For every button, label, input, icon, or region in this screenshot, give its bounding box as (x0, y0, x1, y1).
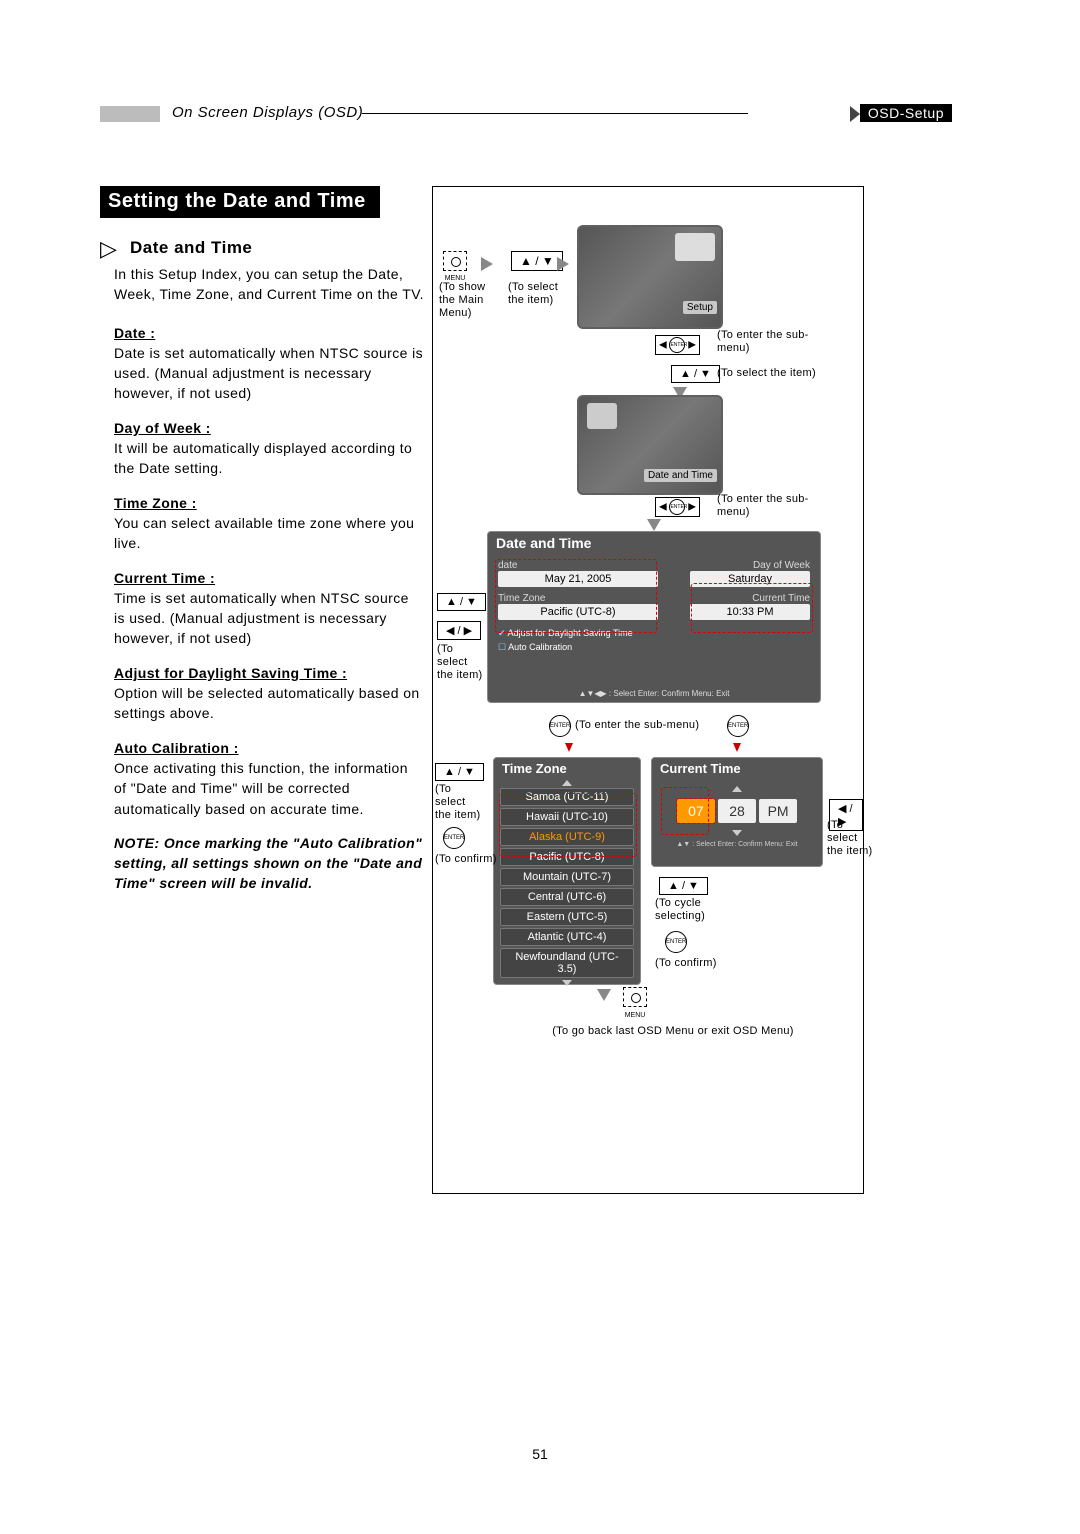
tz-item-1[interactable]: Hawaii (UTC-10) (500, 808, 634, 826)
leftright-enter-2: ◀ ENTER ▶ (655, 497, 700, 517)
osd-dst: Adjust for Daylight Saving Time (508, 628, 633, 638)
red-arrow-1-icon (565, 743, 573, 752)
tz-item-2[interactable]: Alaska (UTC-9) (500, 828, 634, 846)
tz-list-panel: Time Zone Samoa (UTC-11) Hawaii (UTC-10)… (493, 757, 641, 985)
enter-btn-3: ENTER (443, 827, 465, 849)
desc-date: Date is set automatically when NTSC sour… (114, 343, 424, 404)
figure-panel: MENU (To show the Main Menu) ▲ / ▼ (To s… (432, 186, 864, 1194)
caption-select-3: (To select the item) (437, 643, 487, 683)
ct-panel: Current Time 07 28 PM ▲▼ : Select Enter:… (651, 757, 823, 867)
caption-confirm-2: (To confirm) (655, 957, 717, 970)
arrow-right-2-icon (557, 257, 569, 271)
desc-dst: Option will be selected automatically ba… (114, 683, 424, 724)
label-date: Date : (114, 323, 424, 343)
osd-date-label: date (498, 560, 658, 571)
enter-btn-4: ENTER (665, 931, 687, 953)
osd-dow-label: Day of Week (690, 560, 810, 571)
header-right: OSD-Setup (860, 104, 952, 122)
subsection-title: Date and Time (130, 238, 252, 258)
label-tz: Time Zone : (114, 493, 424, 513)
osd-dow-val: Saturday (690, 571, 810, 587)
tv-datetime-tag: Date and Time (644, 469, 717, 482)
tv-datetime-thumbnail: Date and Time (577, 395, 723, 495)
desc-ct: Time is set automatically when NTSC sour… (114, 588, 424, 649)
tz-item-5[interactable]: Central (UTC-6) (500, 888, 634, 906)
osd-tz-label: Time Zone (498, 593, 658, 604)
menu-button-icon-2 (623, 987, 647, 1007)
caption-cycle: (To cycle selecting) (655, 897, 725, 923)
updown-key-5: ▲ / ▼ (659, 877, 708, 895)
ct-title: Current Time (652, 758, 822, 779)
desc-auto: Once activating this function, the infor… (114, 758, 424, 819)
tz-item-7[interactable]: Atlantic (UTC-4) (500, 928, 634, 946)
ct-ampm[interactable]: PM (759, 799, 797, 823)
header-left: On Screen Displays (OSD) (172, 104, 363, 121)
caption-select-2: (To select the item) (717, 367, 816, 380)
caption-enter-sub-1: (To enter the sub-menu) (717, 329, 837, 355)
osd-hint: ▲▼◀▶ : Select Enter: Confirm Menu: Exit (488, 689, 820, 698)
label-dow: Day of Week : (114, 418, 424, 438)
updown-key-3: ▲ / ▼ (437, 593, 486, 611)
caption-go-back: (To go back last OSD Menu or exit OSD Me… (523, 1025, 823, 1038)
osd-auto: Auto Calibration (508, 642, 572, 652)
label-auto: Auto Calibration : (114, 738, 424, 758)
tz-item-6[interactable]: Eastern (UTC-5) (500, 908, 634, 926)
header-tab (100, 106, 160, 122)
caption-confirm-1: (To confirm) (435, 853, 497, 866)
label-ct: Current Time : (114, 568, 424, 588)
tv-setup-tag: Setup (683, 301, 717, 314)
updown-key-4: ▲ / ▼ (435, 763, 484, 781)
desc-dow: It will be automatically displayed accor… (114, 438, 424, 479)
osd-datetime-panel: Date and Time date May 21, 2005 Time Zon… (487, 531, 821, 703)
enter-btn-2: ENTER (727, 715, 749, 737)
tz-item-3[interactable]: Pacific (UTC-8) (500, 848, 634, 866)
page-number: 51 (0, 1446, 1080, 1462)
caption-select-5: (To select the item) (827, 819, 877, 859)
tv-setup-thumbnail: Setup (577, 225, 723, 329)
label-dst: Adjust for Daylight Saving Time : (114, 663, 424, 683)
leftright-key-1: ◀ / ▶ (437, 621, 481, 640)
ct-min[interactable]: 28 (718, 799, 756, 823)
menu-button-icon (443, 251, 467, 271)
tz-item-0[interactable]: Samoa (UTC-11) (500, 788, 634, 806)
arrow-down-3-icon (597, 989, 611, 1001)
osd-ct-label: Current Time (690, 593, 810, 604)
caption-show-main: (To show the Main Menu) (439, 281, 497, 321)
tz-item-4[interactable]: Mountain (UTC-7) (500, 868, 634, 886)
enter-btn-1: ENTER (549, 715, 571, 737)
ct-hour[interactable]: 07 (677, 799, 715, 823)
updown-key-2: ▲ / ▼ (671, 365, 720, 383)
header-arrow-icon (850, 106, 860, 122)
chevron-right-icon: ▷ (100, 236, 117, 262)
tz-item-8[interactable]: Newfoundland (UTC-3.5) (500, 948, 634, 978)
desc-tz: You can select available time zone where… (114, 513, 424, 554)
section-title: Setting the Date and Time (100, 186, 380, 218)
ct-hint: ▲▼ : Select Enter: Confirm Menu: Exit (652, 839, 822, 850)
menu-label-2: MENU (623, 1012, 647, 1019)
red-arrow-2-icon (733, 743, 741, 752)
left-column: In this Setup Index, you can setup the D… (114, 264, 424, 894)
header-rule (362, 113, 748, 114)
tz-tri-dn-icon (562, 980, 572, 986)
updown-key-1: ▲ / ▼ (511, 251, 563, 271)
caption-enter-sub-3: (To enter the sub-menu) (575, 719, 699, 732)
osd-title: Date and Time (488, 532, 820, 554)
arrow-down-2-icon (647, 519, 661, 531)
caption-select-4: (To select the item) (435, 783, 485, 823)
intro-text: In this Setup Index, you can setup the D… (114, 264, 424, 305)
caption-enter-sub-2: (To enter the sub-menu) (717, 493, 837, 519)
arrow-right-1-icon (481, 257, 493, 271)
osd-date-val: May 21, 2005 (498, 571, 658, 587)
caption-select-item-1: (To select the item) (508, 281, 568, 307)
tz-title: Time Zone (494, 758, 640, 779)
tz-tri-up-icon (562, 780, 572, 786)
osd-tz-val: Pacific (UTC-8) (498, 604, 658, 620)
leftright-enter-1: ◀ ENTER ▶ (655, 335, 700, 355)
note-text: NOTE: Once marking the "Auto Calibration… (114, 833, 424, 894)
osd-ct-val: 10:33 PM (690, 604, 810, 620)
